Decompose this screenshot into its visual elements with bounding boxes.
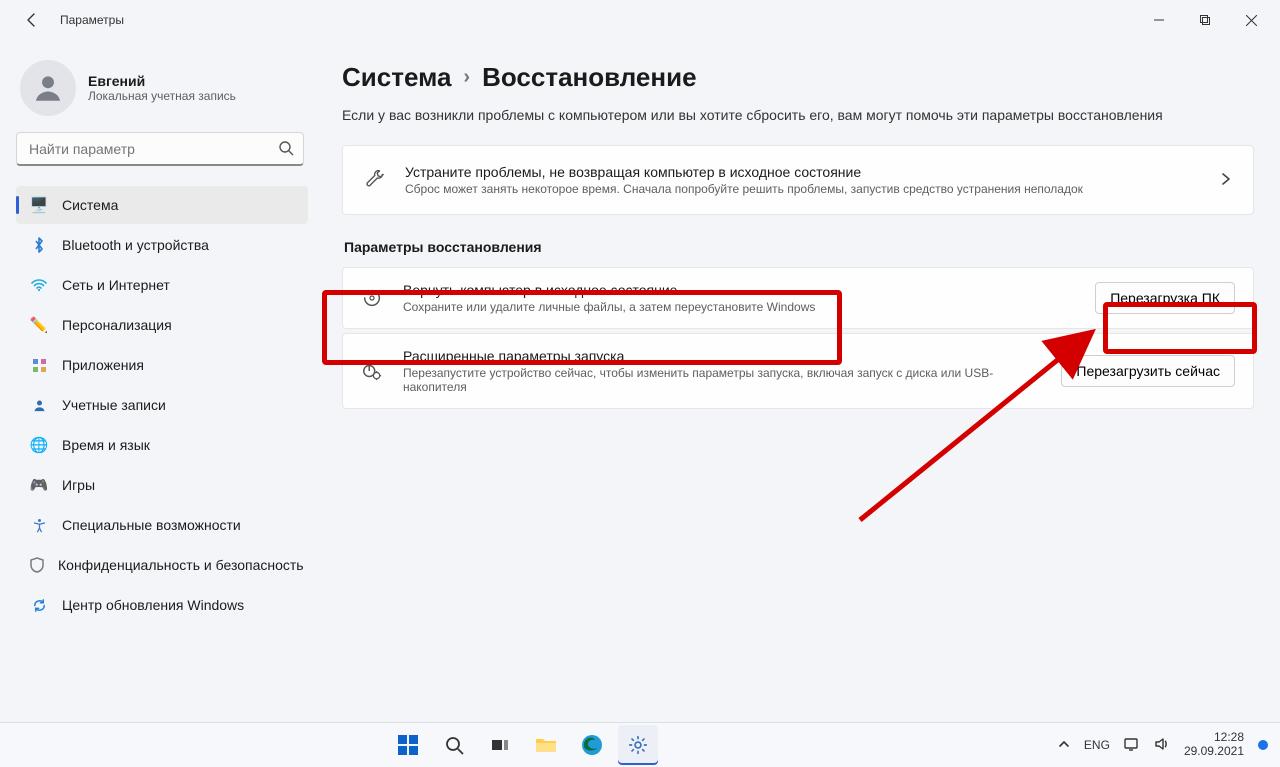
user-name: Евгений (88, 73, 236, 89)
minimize-button[interactable] (1136, 4, 1182, 36)
search-wrap (16, 132, 304, 166)
wifi-icon (30, 276, 48, 294)
task-view-icon (490, 735, 510, 755)
reset-icon (361, 287, 385, 309)
gear-icon (627, 734, 649, 756)
nav-item-accounts[interactable]: Учетные записи (16, 386, 308, 424)
windows-icon (397, 734, 419, 756)
reset-pc-row: Вернуть компьютер в исходное состояние С… (342, 267, 1254, 329)
nav-label: Приложения (62, 357, 144, 373)
file-explorer-button[interactable] (526, 725, 566, 765)
nav-label: Конфиденциальность и безопасность (58, 557, 304, 573)
back-arrow-icon (24, 12, 40, 28)
nav-list: 🖥️ Система Bluetooth и устройства Сеть и … (12, 184, 312, 626)
maximize-icon (1199, 14, 1211, 26)
start-button[interactable] (388, 725, 428, 765)
troubleshoot-card[interactable]: Устраните проблемы, не возвращая компьют… (342, 145, 1254, 215)
recovery-section-head: Параметры восстановления (344, 239, 1254, 255)
nav-item-system[interactable]: 🖥️ Система (16, 186, 308, 224)
nav-label: Время и язык (62, 437, 150, 453)
page-title: Восстановление (482, 62, 696, 93)
page-subtitle: Если у вас возникли проблемы с компьютер… (342, 107, 1254, 123)
edge-icon (581, 734, 603, 756)
close-icon (1246, 15, 1257, 26)
back-button[interactable] (16, 4, 48, 36)
nav-item-apps[interactable]: Приложения (16, 346, 308, 384)
chevron-right-icon: › (463, 66, 470, 89)
breadcrumb-parent[interactable]: Система (342, 62, 451, 93)
restart-now-button[interactable]: Перезагрузить сейчас (1061, 355, 1235, 387)
maximize-button[interactable] (1182, 4, 1228, 36)
advanced-startup-row: Расширенные параметры запуска Перезапуст… (342, 333, 1254, 409)
nav-label: Bluetooth и устройства (62, 237, 209, 253)
main-content: Система › Восстановление Если у вас возн… (316, 40, 1280, 723)
gamepad-icon: 🎮 (30, 476, 48, 494)
advanced-desc: Перезапустите устройство сейчас, чтобы и… (403, 366, 1043, 394)
network-tray-icon[interactable] (1124, 737, 1140, 754)
reset-desc: Сохраните или удалите личные файлы, а за… (403, 300, 1077, 314)
wrench-icon (363, 169, 385, 191)
window-title: Параметры (60, 13, 124, 27)
task-view-button[interactable] (480, 725, 520, 765)
shield-icon (30, 556, 44, 574)
tray-overflow-button[interactable] (1058, 738, 1070, 752)
advanced-title: Расширенные параметры запуска (403, 348, 1043, 364)
nav-label: Сеть и Интернет (62, 277, 170, 293)
search-icon (444, 735, 464, 755)
settings-window: Параметры Евгений Локальная учетная запи… (0, 0, 1280, 767)
nav-label: Центр обновления Windows (62, 597, 244, 613)
breadcrumb: Система › Восстановление (342, 62, 1254, 93)
troubleshoot-desc: Сброс может занять некоторое время. Снач… (405, 182, 1199, 196)
reset-title: Вернуть компьютер в исходное состояние (403, 282, 1077, 298)
person-icon (31, 71, 65, 105)
folder-icon (535, 735, 557, 755)
settings-taskbar-button[interactable] (618, 725, 658, 765)
nav-item-time-language[interactable]: 🌐 Время и язык (16, 426, 308, 464)
accessibility-icon (30, 516, 48, 534)
reset-pc-button[interactable]: Перезагрузка ПК (1095, 282, 1235, 314)
nav-label: Учетные записи (62, 397, 166, 413)
avatar (20, 60, 76, 116)
taskbar-search-button[interactable] (434, 725, 474, 765)
language-indicator[interactable]: ENG (1084, 738, 1110, 752)
titlebar: Параметры (0, 0, 1280, 40)
update-icon (30, 596, 48, 614)
minimize-icon (1154, 15, 1164, 25)
nav-item-bluetooth[interactable]: Bluetooth и устройства (16, 226, 308, 264)
nav-item-gaming[interactable]: 🎮 Игры (16, 466, 308, 504)
brush-icon: ✏️ (30, 316, 48, 334)
nav-item-personalization[interactable]: ✏️ Персонализация (16, 306, 308, 344)
user-account-row[interactable]: Евгений Локальная учетная запись (12, 52, 312, 132)
chevron-right-icon (1219, 172, 1233, 189)
apps-icon (30, 356, 48, 374)
nav-item-network[interactable]: Сеть и Интернет (16, 266, 308, 304)
nav-label: Система (62, 197, 118, 213)
nav-item-privacy[interactable]: Конфиденциальность и безопасность (16, 546, 308, 584)
nav-item-accessibility[interactable]: Специальные возможности (16, 506, 308, 544)
monitor-icon: 🖥️ (30, 196, 48, 214)
volume-tray-icon[interactable] (1154, 737, 1170, 754)
close-button[interactable] (1228, 4, 1274, 36)
person-icon (30, 396, 48, 414)
power-gear-icon (361, 360, 385, 382)
bluetooth-icon (30, 236, 48, 254)
taskbar: ENG 12:28 29.09.2021 (0, 722, 1280, 767)
nav-label: Игры (62, 477, 95, 493)
globe-icon: 🌐 (30, 436, 48, 454)
user-subtitle: Локальная учетная запись (88, 89, 236, 103)
search-input[interactable] (16, 132, 304, 166)
edge-button[interactable] (572, 725, 612, 765)
nav-label: Персонализация (62, 317, 172, 333)
system-tray: ENG 12:28 29.09.2021 (1046, 731, 1280, 759)
nav-item-windows-update[interactable]: Центр обновления Windows (16, 586, 308, 624)
tray-date: 29.09.2021 (1184, 745, 1244, 759)
notification-badge[interactable] (1258, 740, 1268, 750)
nav-label: Специальные возможности (62, 517, 241, 533)
tray-time: 12:28 (1184, 731, 1244, 745)
troubleshoot-title: Устраните проблемы, не возвращая компьют… (405, 164, 1199, 180)
clock[interactable]: 12:28 29.09.2021 (1184, 731, 1244, 759)
sidebar: Евгений Локальная учетная запись 🖥️ Систе… (0, 40, 316, 723)
